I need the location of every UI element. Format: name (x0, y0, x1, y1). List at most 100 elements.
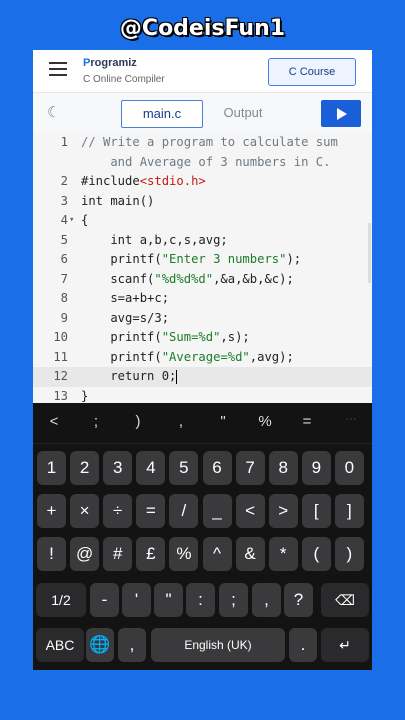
line-number: 8 (60, 291, 68, 305)
keyboard-key[interactable]: : (186, 583, 215, 617)
keyboard-key[interactable]: £ (136, 537, 166, 571)
keyboard-key[interactable]: * (268, 537, 298, 571)
enter-icon[interactable]: ↵ (321, 628, 369, 662)
tab-bar: ☾ main.c Output (33, 93, 372, 134)
tab-output[interactable]: Output (205, 100, 281, 126)
keyboard-row-punctuation: 1/2- ' ":;,? ⌫ (33, 583, 372, 617)
keyboard-key[interactable]: = (136, 494, 166, 528)
code-line[interactable]: 7 scanf("%d%d%d",&a,&b,&c); (33, 270, 372, 290)
symbol-key[interactable]: % (250, 413, 280, 430)
symbol-suggestion-row: <;), "% = ··· (33, 403, 372, 444)
tab-main-c[interactable]: main.c (121, 100, 203, 128)
keyboard-key[interactable]: @ (70, 537, 100, 571)
code-line[interactable]: 9 avg=s/3; (33, 309, 372, 329)
c-course-button[interactable]: C Course (268, 58, 356, 86)
code-line[interactable]: 11 printf("Average=%d",avg); (33, 348, 372, 368)
keyboard-key[interactable]: 6 (202, 451, 232, 485)
code-text: and Average of 3 numbers in C. (81, 154, 331, 169)
backspace-icon[interactable]: ⌫ (321, 583, 369, 617)
keyboard-key[interactable]: ? (284, 583, 313, 617)
run-button[interactable] (321, 100, 361, 127)
line-number: 7 (60, 271, 68, 286)
compiler-subtitle: C Online Compiler (83, 74, 165, 85)
phone-screen: Programiz C Online Compiler C Course ☾ m… (33, 50, 372, 670)
fold-arrow-icon[interactable]: ▾ (69, 211, 74, 231)
keyboard-key[interactable]: - (90, 583, 119, 617)
period-key[interactable]: . (289, 628, 317, 662)
line-number: 2 (60, 174, 68, 188)
keyboard-key[interactable]: ) (334, 537, 364, 571)
keyboard-key[interactable]: ] (334, 494, 364, 528)
keyboard-key[interactable]: ( (301, 537, 331, 571)
hamburger-menu-icon[interactable] (49, 62, 67, 76)
keyboard-key[interactable]: 8 (268, 451, 298, 485)
keyboard-key[interactable]: _ (202, 494, 232, 528)
code-line[interactable]: 5 int a,b,c,s,avg; (33, 231, 372, 251)
code-text: printf("Sum=%d",s); (81, 330, 250, 344)
keyboard-key[interactable]: / (169, 494, 199, 528)
keyboard-key[interactable]: > (268, 494, 298, 528)
space-bar[interactable]: English (UK) (151, 628, 285, 662)
code-line[interactable]: 12 return 0; (33, 367, 372, 387)
line-number: 5 (60, 232, 68, 247)
keyboard-key[interactable]: % (169, 537, 199, 571)
on-screen-keyboard: <;), "% = ··· 1234567890 + × ÷ = / _ < >[] ! @ # £% ^ &… (33, 403, 372, 670)
code-text: scanf("%d%d%d",&a,&b,&c); (81, 271, 294, 286)
keyboard-key[interactable]: 7 (235, 451, 265, 485)
keyboard-key[interactable]: ' (122, 583, 151, 617)
keyboard-key[interactable]: 0 (334, 451, 364, 485)
code-line[interactable]: 2 #include<stdio.h> (33, 172, 372, 192)
keyboard-key[interactable]: ! (37, 537, 66, 571)
code-line[interactable]: 6 printf("Enter 3 numbers"); (33, 250, 372, 270)
editor-scrollbar[interactable] (368, 223, 371, 283)
symbol-key[interactable]: ; (81, 413, 111, 430)
globe-icon[interactable]: 🌐 (86, 628, 114, 662)
keyboard-key[interactable]: < (235, 494, 265, 528)
code-line[interactable]: 3 int main() (33, 192, 372, 212)
keyboard-key[interactable]: ^ (202, 537, 232, 571)
code-line[interactable]: 8 s=a+b+c; (33, 289, 372, 309)
keyboard-row-numbers: 1234567890 (33, 451, 372, 485)
comma-key[interactable]: , (118, 628, 146, 662)
keyboard-key[interactable]: 1/2 (36, 583, 86, 617)
code-text: { (81, 213, 89, 227)
keyboard-key[interactable]: 5 (169, 451, 199, 485)
keyboard-key[interactable]: 3 (103, 451, 133, 485)
keyboard-key[interactable]: × (70, 494, 100, 528)
keyboard-key[interactable]: 4 (136, 451, 166, 485)
code-text: int a,b,c,s,avg; (81, 232, 228, 247)
keyboard-key[interactable]: # (103, 537, 133, 571)
symbol-key[interactable]: " (208, 413, 238, 430)
code-text: return 0; (81, 369, 178, 384)
programiz-logo[interactable]: Programiz (83, 57, 137, 69)
symbol-key[interactable]: < (39, 413, 69, 430)
symbol-key[interactable]: , (166, 413, 196, 430)
keyboard-key[interactable]: & (235, 537, 265, 571)
code-line[interactable]: 10 printf("Sum=%d",s); (33, 328, 372, 348)
dark-mode-moon-icon[interactable]: ☾ (47, 105, 63, 121)
abc-key[interactable]: ABC (36, 628, 84, 662)
code-text: avg=s/3; (81, 310, 170, 325)
watermark-handle: @CodeisFun1 (119, 16, 286, 41)
keyboard-key[interactable]: ÷ (103, 494, 133, 528)
keyboard-key[interactable]: [ (301, 494, 331, 528)
code-text: int main() (81, 193, 155, 208)
code-line[interactable]: and Average of 3 numbers in C. (33, 153, 372, 173)
code-line[interactable]: 1 // Write a program to calculate sum (33, 133, 372, 153)
keyboard-row-symbols: ! @ # £% ^ & *() (33, 537, 372, 571)
code-line[interactable]: 4 ▾ { (33, 211, 372, 231)
keyboard-key[interactable]: + (37, 494, 66, 528)
code-editor[interactable]: 1 // Write a program to calculate sum and… (33, 133, 372, 403)
line-number: 9 (60, 310, 68, 325)
keyboard-key[interactable]: 2 (70, 451, 100, 485)
keyboard-key[interactable]: , (252, 583, 281, 617)
line-number: 3 (60, 193, 68, 208)
line-number: 1 (60, 135, 68, 149)
symbol-key[interactable]: ) (123, 413, 153, 430)
symbol-key[interactable]: ··· (336, 413, 366, 425)
keyboard-key[interactable]: " (154, 583, 183, 617)
keyboard-key[interactable]: 9 (301, 451, 331, 485)
keyboard-key[interactable]: ; (219, 583, 248, 617)
keyboard-key[interactable]: 1 (37, 451, 66, 485)
symbol-key[interactable]: = (292, 413, 322, 430)
